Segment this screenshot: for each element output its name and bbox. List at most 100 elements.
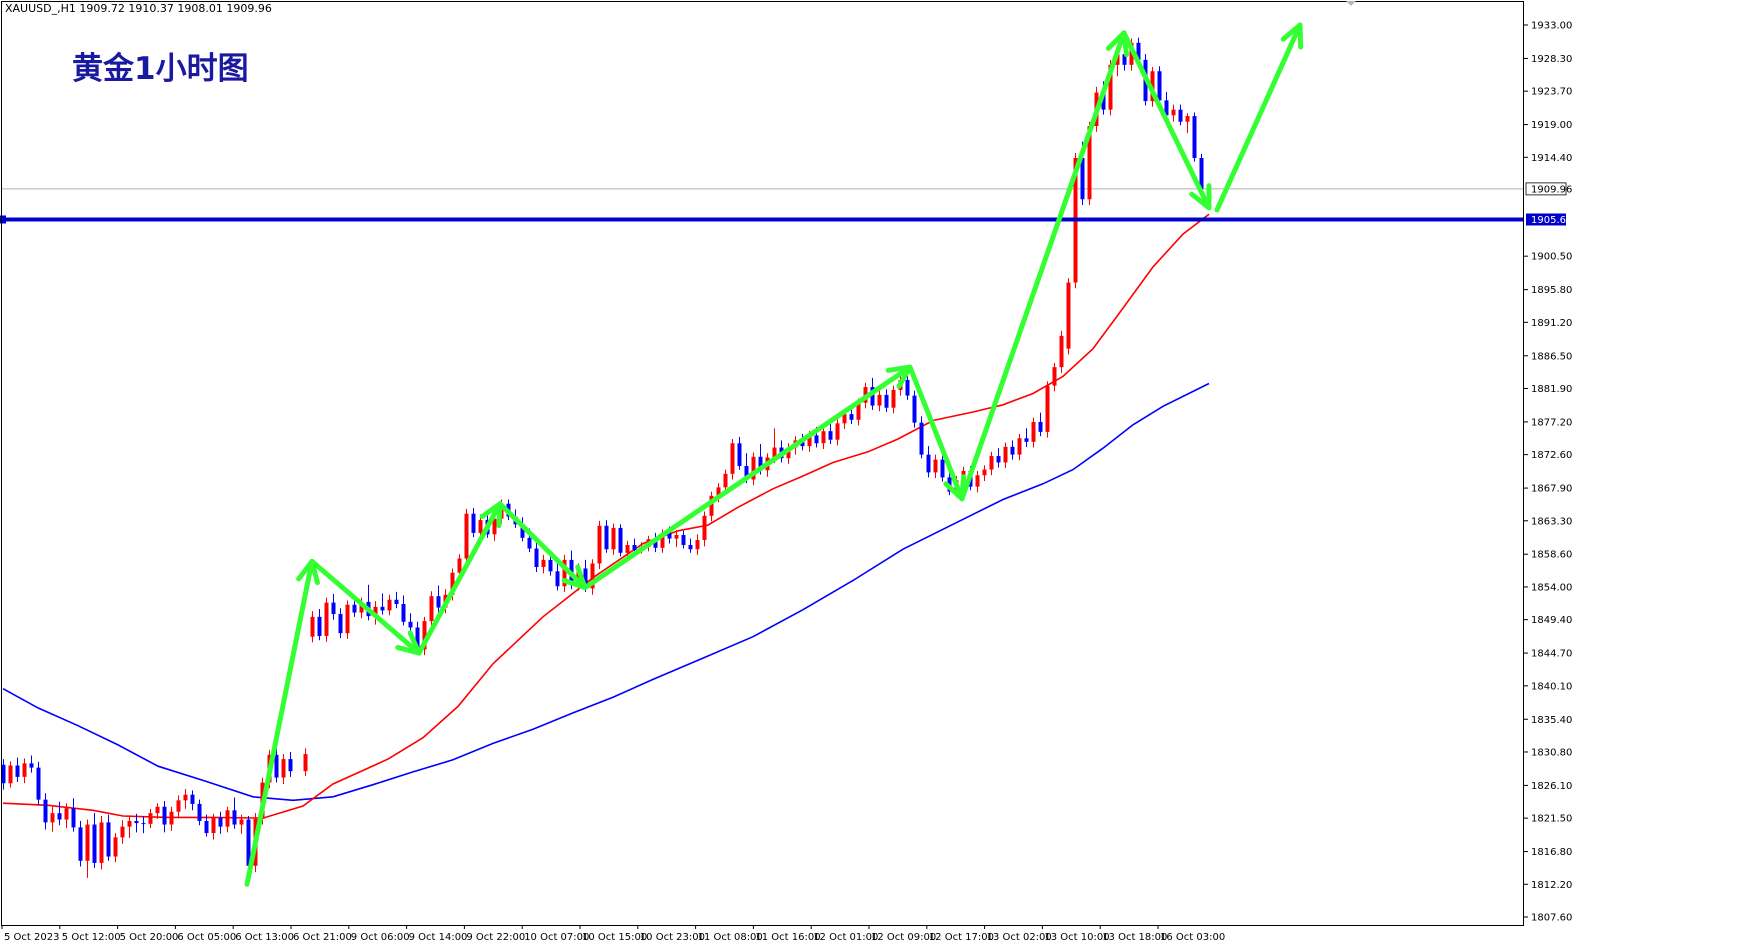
candle-body <box>387 599 392 611</box>
candle <box>1059 330 1064 373</box>
x-tick-label: 13 Oct 02:00 <box>987 932 1052 943</box>
candle-body <box>176 800 181 812</box>
candle-body <box>555 571 560 587</box>
candle-body <box>702 515 707 540</box>
candle-body <box>429 596 434 622</box>
x-tick-label: 12 Oct 01:00 <box>813 932 878 943</box>
x-tick-label: 10 Oct 15:00 <box>582 932 647 943</box>
candle-body <box>1010 446 1015 455</box>
y-tick-label: 1835.40 <box>1531 715 1572 726</box>
candle-body <box>408 621 413 628</box>
candle-body <box>604 525 609 550</box>
candle-body <box>127 820 132 827</box>
x-tick-label: 11 Oct 16:00 <box>755 932 820 943</box>
candle-body <box>926 454 931 473</box>
candle-body <box>835 423 840 440</box>
candle-body <box>940 459 945 478</box>
candle-body <box>281 759 286 778</box>
candle-body <box>92 824 97 863</box>
candle-body <box>197 803 202 821</box>
candle-body <box>57 813 62 820</box>
candle-body <box>85 824 90 861</box>
candle-body <box>975 475 980 487</box>
candle-body <box>1185 116 1190 122</box>
candle-body <box>225 810 230 827</box>
x-tick-label: 6 Oct 05:00 <box>177 932 236 943</box>
candle-body <box>71 808 76 828</box>
candle-body <box>611 527 616 550</box>
candle-body <box>1157 71 1162 101</box>
candle-body <box>730 443 735 474</box>
y-tick-label: 1830.80 <box>1531 747 1572 758</box>
candle-body <box>1192 116 1197 159</box>
candle-body <box>232 810 237 825</box>
candle-body <box>478 520 483 533</box>
candle-body <box>1066 282 1071 349</box>
candle-body <box>541 559 546 568</box>
y-tick-label: 1867.90 <box>1531 484 1572 495</box>
candle-body <box>324 602 329 637</box>
candle <box>464 508 469 565</box>
candle-body <box>352 604 357 613</box>
candle-body <box>8 765 13 784</box>
candle <box>730 438 735 480</box>
candle-body <box>989 456 994 470</box>
chart-title: 黄金1小时图 <box>72 51 249 87</box>
candle <box>36 761 41 806</box>
candle-body <box>618 527 623 553</box>
y-tick-label: 1933.00 <box>1531 21 1572 32</box>
level-handle[interactable] <box>0 215 6 224</box>
candle <box>597 520 602 570</box>
price-chart[interactable]: 1933.00 1928.30 1923.70 1919.00 1914.40 1909.… <box>0 0 1739 947</box>
candle-body <box>632 544 637 550</box>
x-tick-label: 6 Oct 13:00 <box>235 932 294 943</box>
candle-body <box>548 559 553 572</box>
candle-body <box>169 811 174 825</box>
candle <box>1192 112 1197 162</box>
candle-body <box>919 422 924 455</box>
candle-body <box>134 820 139 824</box>
candle-body <box>1024 438 1029 442</box>
candle-body <box>239 819 244 825</box>
candle-body <box>50 813 55 823</box>
candle <box>618 524 623 557</box>
candle <box>78 820 83 867</box>
candle-body <box>814 435 819 444</box>
y-tick-label: 1812.20 <box>1531 880 1572 891</box>
y-tick-label: 1905.66 <box>1531 215 1572 226</box>
y-tick-label: 1909.96 <box>1531 184 1572 195</box>
candle-body <box>982 469 987 476</box>
candle-body <box>120 826 125 838</box>
candle-body <box>317 616 322 637</box>
candle-body <box>113 837 118 857</box>
candle-body <box>338 613 343 634</box>
x-tick-label: 16 Oct 03:00 <box>1160 932 1225 943</box>
candle-body <box>401 604 406 622</box>
y-tick-label: 1886.50 <box>1531 351 1572 362</box>
candle-body <box>78 827 83 861</box>
candle-body <box>884 394 889 408</box>
candle-body <box>1031 421 1036 442</box>
y-tick-label: 1816.80 <box>1531 847 1572 858</box>
x-tick-label: 5 Oct 2023 <box>4 932 59 943</box>
x-tick-label: 10 Oct 23:00 <box>640 932 705 943</box>
y-tick-label: 1821.50 <box>1531 814 1572 825</box>
y-tick-label: 1854.00 <box>1531 582 1572 593</box>
y-tick-label: 1923.70 <box>1531 87 1572 98</box>
x-tick-label: 9 Oct 14:00 <box>409 932 468 943</box>
candle <box>345 600 350 639</box>
candle-body <box>723 473 728 488</box>
x-tick-label: 12 Oct 17:00 <box>929 932 994 943</box>
candle <box>1045 381 1050 438</box>
y-tick-label: 1881.90 <box>1531 384 1572 395</box>
x-tick-label: 5 Oct 20:00 <box>120 932 179 943</box>
y-tick-label: 1891.20 <box>1531 318 1572 329</box>
candle-body <box>148 813 153 824</box>
y-tick-label: 1900.50 <box>1531 252 1572 263</box>
candle-body <box>597 525 602 564</box>
candle-body <box>1059 335 1064 368</box>
y-tick-label: 1863.30 <box>1531 516 1572 527</box>
candle-body <box>912 395 917 423</box>
y-tick-label: 1919.00 <box>1531 120 1572 131</box>
candle-body <box>1003 446 1008 463</box>
